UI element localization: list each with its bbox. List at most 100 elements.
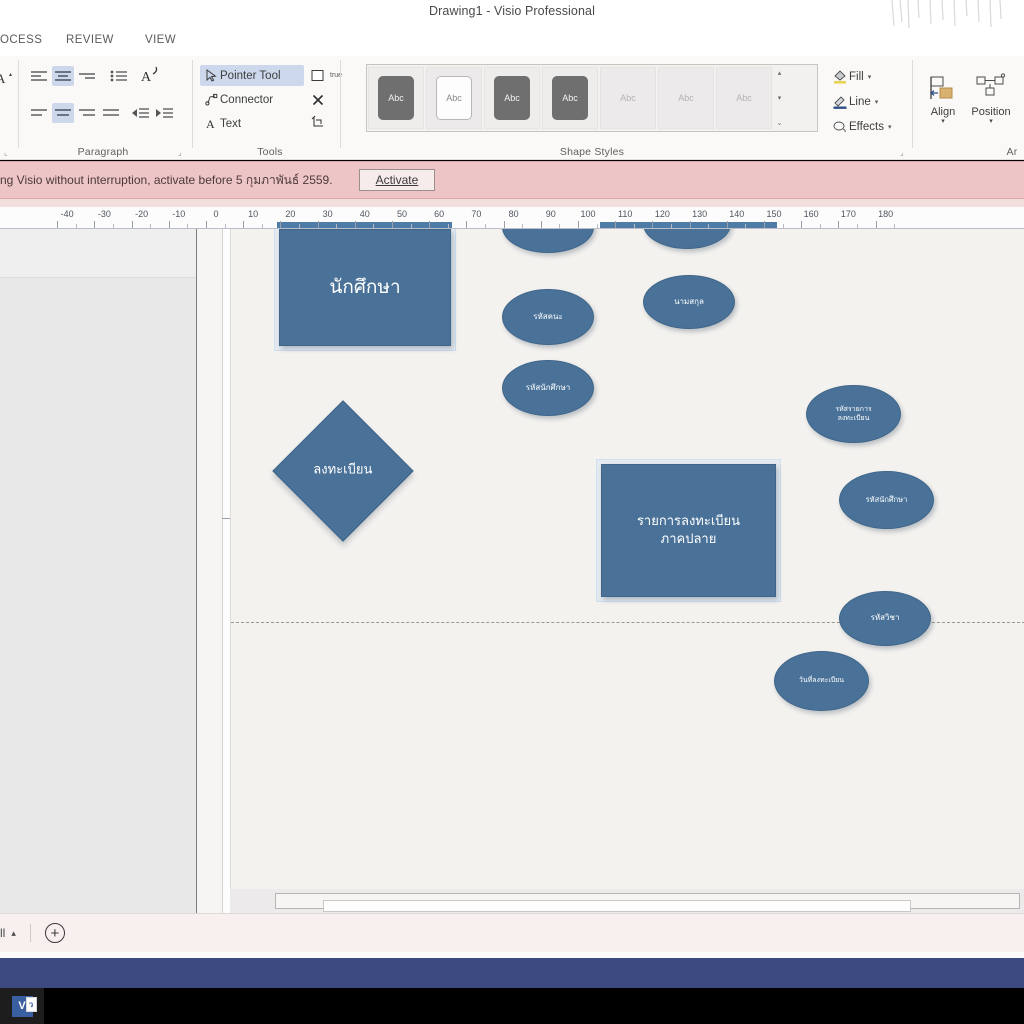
paragraph-dialog-launcher[interactable]: ⌟ <box>178 148 187 157</box>
decrease-indent-icon[interactable] <box>130 103 152 123</box>
align-button[interactable]: Align ▾ <box>920 66 966 125</box>
ruler-tick <box>726 221 728 228</box>
taskbar-visio-button[interactable]: V ว <box>0 988 44 1024</box>
attribute-surname[interactable]: นามสกุล <box>643 275 735 329</box>
tab-view[interactable]: VIEW <box>145 34 176 46</box>
ruler-tick <box>466 221 468 228</box>
ruler-tick <box>875 221 877 228</box>
ruler-minor-tick <box>522 224 524 228</box>
activate-button[interactable]: Activate <box>358 169 436 191</box>
gallery-scroll-up-icon[interactable]: ▴ <box>778 69 782 77</box>
align-right-icon[interactable] <box>76 66 98 86</box>
decorative-scribble <box>891 0 1002 29</box>
collapse-chevron-icon[interactable]: ▴ <box>11 928 16 939</box>
shape-styles-group-label: Shape Styles <box>559 146 625 158</box>
tab-review[interactable]: REVIEW <box>66 34 114 46</box>
text-align-top-icon[interactable] <box>28 103 50 123</box>
effects-icon <box>830 119 849 135</box>
ruler-label: 80 <box>508 209 519 219</box>
text-align-bottom-icon[interactable] <box>76 103 98 123</box>
banner-shadow <box>0 199 1024 207</box>
shape-style-thumb[interactable]: Abc <box>426 67 482 129</box>
horizontal-ruler[interactable]: -40 -30 -20 -10 0 10 20 30 40 50 60 70 80 90 100 110 120… <box>0 207 1024 229</box>
attribute-register-date[interactable]: วันที่ลงทะเบียน <box>774 651 869 711</box>
attribute-course-code[interactable]: รหัสวิชา <box>839 591 931 646</box>
text-align-middle-icon[interactable] <box>52 103 74 123</box>
line-button[interactable]: Line ▾ <box>830 91 878 112</box>
attribute-top-2[interactable] <box>643 229 731 249</box>
line-label: Line <box>849 95 871 108</box>
pointer-arrow-icon <box>203 69 220 82</box>
position-button[interactable]: Position ▾ <box>968 66 1014 125</box>
drawing-canvas[interactable]: นักศึกษา สาขาวิชารหัสคนะ นามสกุลรหัสนักศึก… <box>230 229 1024 889</box>
attribute-registration-code[interactable]: รหัสรายการ ลงทะเบียน <box>806 385 901 443</box>
activation-banner: ng Visio without interruption, activate … <box>0 161 1024 199</box>
activate-button-label: Activate <box>375 173 419 187</box>
text-direction-icon[interactable]: A <box>138 64 160 85</box>
delete-tool-button[interactable] <box>306 89 329 110</box>
attribute-top-1[interactable]: สาขาวิชา <box>502 229 594 253</box>
increase-indent-icon[interactable] <box>154 103 176 123</box>
line-caret-icon[interactable]: ▾ <box>875 98 879 106</box>
attribute-faculty-code[interactable]: รหัสคนะ <box>502 289 594 345</box>
shape-styles-dialog-launcher[interactable]: ⌟ <box>900 148 909 157</box>
bullet-list-icon[interactable] <box>108 66 130 86</box>
gallery-scroll-controls[interactable]: ▴ ▾ ⌄ <box>773 67 786 129</box>
effects-caret-icon[interactable]: ▾ <box>888 123 892 131</box>
ruler-tick <box>540 221 542 228</box>
visio-window: Drawing1 - Visio Professional OCESS REVI… <box>0 0 1024 1024</box>
group-separator <box>340 60 341 148</box>
ruler-label: 150 <box>766 209 782 219</box>
tab-process[interactable]: OCESS <box>0 34 42 46</box>
entity-registration-list[interactable]: รายการลงทะเบียน ภาคปลาย <box>601 464 776 597</box>
group-separator <box>18 60 19 148</box>
font-size-grow-icon[interactable]: A <box>0 68 16 88</box>
ruler-label: 0 <box>213 209 219 219</box>
ruler-minor-tick <box>75 224 77 228</box>
ruler-minor-tick <box>447 224 449 228</box>
effects-button[interactable]: Effects ▾ <box>830 116 891 137</box>
text-tool-button[interactable]: A Text <box>200 113 304 134</box>
ruler-minor-tick <box>410 224 412 228</box>
align-left-icon[interactable] <box>28 66 50 86</box>
gallery-expand-icon[interactable]: ⌄ <box>777 119 783 127</box>
ruler-selection-marker-1 <box>277 222 452 228</box>
align-caret-icon[interactable]: ▾ <box>920 118 966 125</box>
fill-caret-icon[interactable]: ▾ <box>868 73 872 81</box>
ruler-label: 90 <box>545 209 556 219</box>
shape-style-thumb[interactable]: Abc <box>600 67 656 129</box>
close-x-icon <box>309 93 326 107</box>
vertical-ruler[interactable] <box>222 229 230 913</box>
page-tab-label[interactable]: ll <box>0 926 5 940</box>
ruler-tick <box>94 221 96 228</box>
fill-button[interactable]: Fill ▾ <box>830 66 871 87</box>
horizontal-scrollbar-thumb[interactable] <box>323 900 911 912</box>
shapes-panel[interactable] <box>0 229 196 913</box>
ruler-label: -40 <box>60 209 74 219</box>
connector-icon <box>203 93 220 106</box>
align-center-icon[interactable] <box>52 66 74 86</box>
rectangle-tool-icon <box>309 68 326 83</box>
shape-style-thumb[interactable]: Abc <box>368 67 424 129</box>
connector-tool-button[interactable]: Connector <box>200 89 304 110</box>
shape-style-thumb[interactable]: Abc <box>716 67 772 129</box>
pointer-tool-button[interactable]: Pointer Tool <box>200 65 304 86</box>
shape-style-thumb[interactable]: Abc <box>542 67 598 129</box>
attribute-student-id-2[interactable]: รหัสนักศึกษา <box>839 471 934 529</box>
shape-style-thumb[interactable]: Abc <box>484 67 540 129</box>
attribute-student-id[interactable]: รหัสนักศึกษา <box>502 360 594 416</box>
font-dialog-launcher[interactable]: ⌞ <box>4 148 13 157</box>
paragraph-group-label: Paragraph <box>77 146 129 158</box>
horizontal-scrollbar-track[interactable] <box>275 893 1020 912</box>
text-justify-icon[interactable] <box>100 103 122 123</box>
crop-tool-button[interactable] <box>306 111 329 132</box>
gallery-scroll-down-icon[interactable]: ▾ <box>778 94 782 102</box>
shape-style-thumb[interactable]: Abc <box>658 67 714 129</box>
position-caret-icon[interactable]: ▾ <box>968 118 1014 125</box>
add-page-button[interactable]: + <box>44 923 65 943</box>
arrange-group-label: Ar <box>1006 146 1018 158</box>
relationship-register[interactable]: ลงทะเบียน <box>272 400 414 542</box>
shape-styles-gallery[interactable]: Abc Abc Abc Abc Abc Abc Abc ▴ ▾ ⌄ <box>366 64 818 132</box>
page-sheet[interactable]: นักศึกษา สาขาวิชารหัสคนะ นามสกุลรหัสนักศึก… <box>230 229 1024 889</box>
entity-student[interactable]: นักศึกษา <box>279 229 451 346</box>
